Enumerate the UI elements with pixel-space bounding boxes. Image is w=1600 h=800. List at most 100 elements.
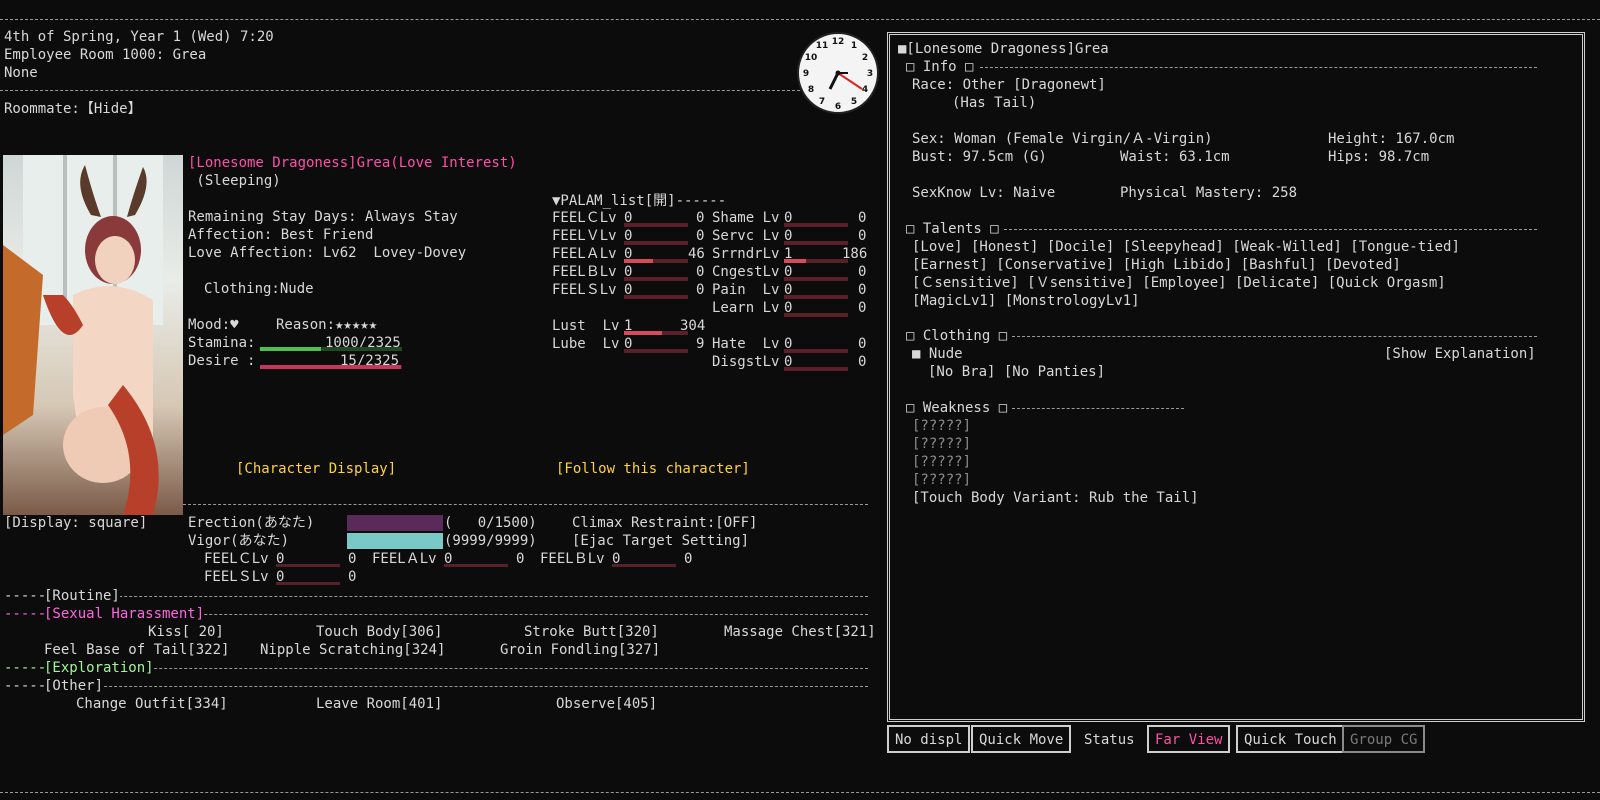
display-square-button[interactable]: [Display: square]	[4, 514, 147, 532]
clock-icon: 12 12 345 678 91011	[797, 32, 879, 114]
svg-text:2: 2	[862, 53, 868, 63]
character-portrait-art	[3, 155, 163, 515]
player-feel-3-value: 0	[348, 569, 357, 585]
tab-quick-touch[interactable]: Quick Touch	[1236, 725, 1345, 753]
stamina-bar-fill	[260, 347, 322, 351]
command-observe[interactable]: Observe[405]	[556, 695, 657, 713]
erection-bar-fill	[347, 515, 443, 531]
routine-header-left: -----	[4, 587, 47, 605]
palam-left-row-4-bar	[624, 295, 688, 299]
nude-item: ■ Nude	[912, 346, 963, 362]
waist: Waist: 63.1cm	[1120, 149, 1230, 165]
weakness-divider	[1012, 408, 1184, 409]
svg-text:3: 3	[867, 69, 873, 79]
show-explanation-button[interactable]: [Show Explanation]	[1384, 345, 1536, 363]
player-feel-0-bar	[276, 564, 340, 567]
svg-text:10: 10	[805, 53, 818, 63]
clothing-header: □ Clothing □	[906, 328, 1008, 344]
palam-left-row-3-value: 0	[696, 264, 705, 280]
weakness-slot-1: [?????]	[912, 418, 972, 434]
palam-hate-value: 0	[858, 336, 867, 352]
palam-left-row-1-value: 0	[696, 228, 705, 244]
palam-right-row-3-label: CngestLv	[712, 264, 780, 280]
palam-lube-value: 9	[696, 336, 705, 352]
talents-divider	[1004, 229, 1537, 230]
palam-right-row-2-value: 186	[842, 246, 868, 262]
tab-no-display[interactable]: No displ	[887, 725, 971, 753]
ejac-target-button[interactable]: [Ejac Target Setting]	[572, 532, 749, 550]
weakness-header: □ Weakness □	[906, 400, 1008, 416]
header-divider	[0, 90, 800, 91]
command-change-outfit[interactable]: Change Outfit[334]	[76, 695, 228, 713]
vigor-value: (9999/9999)	[444, 533, 537, 549]
harassment-header-left: -----	[4, 605, 47, 623]
command-stroke-butt[interactable]: Stroke Butt[320]	[524, 623, 659, 641]
palam-right-row-1-label: Servc Lv	[712, 228, 780, 244]
talents-line-2: [Earnest] [Conservative] [High Libido] […	[912, 257, 1401, 273]
height: Height: 167.0cm	[1328, 131, 1455, 147]
palam-left-row-1-bar	[624, 241, 688, 245]
info-divider	[980, 67, 1537, 68]
svg-text:6: 6	[835, 102, 841, 112]
command-kiss[interactable]: Kiss[ 20]	[148, 623, 224, 641]
palam-disgust-label: DisgstLv	[712, 354, 780, 370]
palam-header[interactable]: ▼PALAM_list[開]------	[552, 192, 726, 210]
location: Employee Room 1000: Grea	[4, 47, 207, 63]
palam-disgust-value: 0	[858, 354, 867, 370]
other-header: [Other]	[44, 677, 104, 695]
erection-label: Erection(あなた)	[188, 515, 315, 531]
clothing-divider	[1012, 336, 1537, 337]
command-groin-fondling[interactable]: Groin Fondling[327]	[500, 641, 660, 659]
palam-left-row-3-bar	[624, 277, 688, 281]
player-feel-1-value: 0	[516, 551, 525, 567]
routine-divider	[4, 596, 868, 597]
svg-text:11: 11	[816, 41, 829, 51]
command-nipple-scratching[interactable]: Nipple Scratching[324]	[260, 641, 445, 659]
weakness-slot-2: [?????]	[912, 436, 972, 452]
climax-restraint-toggle[interactable]: Climax Restraint:[OFF]	[572, 514, 757, 532]
command-feel-base-of-tail[interactable]: Feel Base of Tail[322]	[44, 641, 229, 659]
character-display-button[interactable]: [Character Display]	[236, 460, 396, 478]
svg-text:1: 1	[851, 41, 857, 51]
underwear-status: [No Bra] [No Panties]	[928, 364, 1106, 380]
tab-quick-move[interactable]: Quick Move	[971, 725, 1072, 753]
sexknow-level: SexKnow Lv: Naive	[912, 185, 1056, 201]
palam-right-row-0-label: Shame Lv	[712, 210, 780, 226]
palam-left-row-0-label: FEELＣLv	[552, 210, 617, 226]
svg-text:9: 9	[803, 69, 809, 79]
player-feel-1-bar	[444, 564, 508, 567]
svg-text:7: 7	[819, 97, 825, 107]
palam-right-row-1-value: 0	[858, 228, 867, 244]
desire-bar	[260, 365, 402, 369]
palam-left-row-2-label: FEELＡLv	[552, 246, 617, 262]
tab-far-view[interactable]: Far View	[1147, 725, 1231, 753]
info-header: □ Info □	[906, 59, 974, 75]
love-affection: Love Affection: Lv62 Lovey-Dovey	[188, 245, 467, 261]
palam-right-row-2-bar	[784, 259, 848, 263]
stamina-label: Stamina:	[188, 335, 256, 351]
roommate-toggle[interactable]: Roommate:【Hide】	[4, 100, 142, 118]
palam-left-row-1-label: FEELＶLv	[552, 228, 617, 244]
physical-mastery: Physical Mastery: 258	[1120, 185, 1298, 201]
touch-body-variant: [Touch Body Variant: Rub the Tail]	[912, 490, 1199, 506]
mid-divider	[183, 504, 868, 505]
svg-text:4: 4	[862, 85, 868, 95]
vigor-bar	[347, 533, 443, 549]
reason: Reason:★★★★★	[276, 317, 378, 333]
hips: Hips: 98.7cm	[1328, 149, 1430, 165]
palam-right-row-0-value: 0	[858, 210, 867, 226]
palam-left-row-0-value: 0	[696, 210, 705, 226]
stay-days: Remaining Stay Days: Always Stay	[188, 209, 458, 225]
harassment-header: [Sexual Harassment]	[44, 605, 205, 623]
command-leave-room[interactable]: Leave Room[401]	[316, 695, 442, 713]
palam-left-row-2-bar	[624, 259, 688, 263]
palam-hate-label: Hate Lv	[712, 336, 780, 352]
command-touch-body[interactable]: Touch Body[306]	[316, 623, 442, 641]
palam-right-row-4-bar	[784, 295, 848, 299]
palam-disgust-bar	[784, 367, 848, 371]
follow-character-button[interactable]: [Follow this character]	[556, 460, 750, 478]
tab-status[interactable]: Status	[1076, 725, 1143, 753]
player-feel-2-value: 0	[684, 551, 693, 567]
tab-group-cg[interactable]: Group CG	[1342, 725, 1426, 753]
command-massage-chest[interactable]: Massage Chest[321]	[724, 623, 876, 641]
